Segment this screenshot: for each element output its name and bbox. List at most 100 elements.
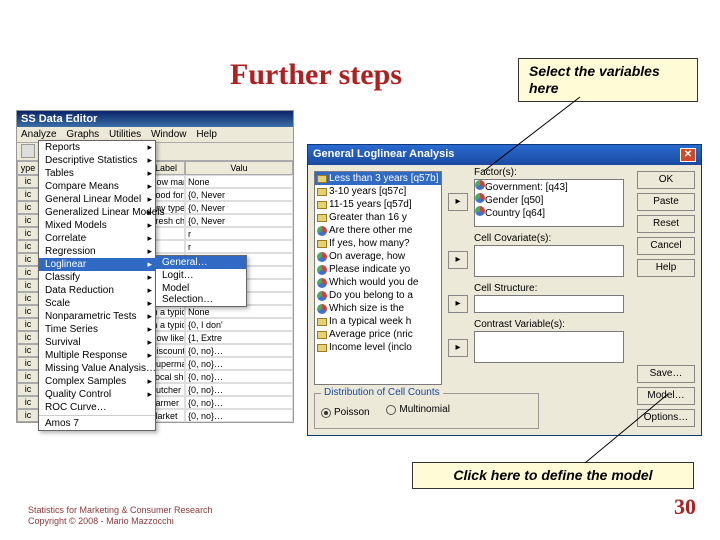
grid-cell[interactable]: r <box>185 240 293 253</box>
scale-icon <box>317 344 327 352</box>
radio-icon <box>386 405 396 415</box>
grid-cell[interactable]: {0, no}… <box>185 396 293 409</box>
spss-titlebar: SS Data Editor <box>17 111 293 127</box>
factor-item[interactable]: Government: [q43] <box>475 180 623 193</box>
factor-item[interactable]: Gender [q50] <box>475 193 623 206</box>
variable-item[interactable]: Greater than 16 y <box>315 211 441 224</box>
menu-item[interactable]: Multiple Response <box>39 349 155 362</box>
grid-cell[interactable]: {0, no}… <box>185 344 293 357</box>
submenu-item[interactable]: Model Selection… <box>156 282 246 306</box>
reset-button[interactable]: Reset <box>637 215 695 233</box>
menu-item[interactable]: General Linear Model <box>39 193 155 206</box>
menu-item[interactable]: Loglinear <box>39 258 155 271</box>
close-icon[interactable]: ✕ <box>680 148 696 162</box>
menu-item[interactable]: Nonparametric Tests <box>39 310 155 323</box>
submenu-item[interactable]: Logit… <box>156 269 246 282</box>
radio-multinomial[interactable]: Multinomial <box>386 404 450 415</box>
help-button[interactable]: Help <box>637 259 695 277</box>
grid-cell[interactable]: {1, Extre <box>185 331 293 344</box>
variable-item[interactable]: Which size is the <box>315 302 441 315</box>
nominal-icon <box>317 278 327 288</box>
menu-item[interactable]: Missing Value Analysis… <box>39 362 155 375</box>
nominal-icon <box>317 291 327 301</box>
nominal-icon <box>317 304 327 314</box>
grid-cell[interactable]: r <box>185 227 293 240</box>
grid-cell[interactable]: {0, Never <box>185 214 293 227</box>
transfer-covariate-button[interactable]: ▸ <box>448 251 468 269</box>
transfer-contrast-button[interactable]: ▸ <box>448 339 468 357</box>
variable-item[interactable]: Do you belong to a <box>315 289 441 302</box>
cancel-button[interactable]: Cancel <box>637 237 695 255</box>
menu-item[interactable]: Generalized Linear Models <box>39 206 155 219</box>
menu-graphs[interactable]: Graphs <box>66 129 99 140</box>
general-loglinear-dialog: General Loglinear Analysis ✕ Less than 3… <box>307 144 702 436</box>
menu-item[interactable]: Descriptive Statistics <box>39 154 155 167</box>
variable-item[interactable]: 3-10 years [q57c] <box>315 185 441 198</box>
variable-item[interactable]: 11-15 years [q57d] <box>315 198 441 211</box>
transfer-factor-button[interactable]: ▸ <box>448 193 468 211</box>
menu-item[interactable]: Compare Means <box>39 180 155 193</box>
toolbar-button[interactable] <box>21 144 35 158</box>
grid-cell[interactable]: {0, no}… <box>185 370 293 383</box>
grid-cell[interactable]: {0, I don' <box>185 318 293 331</box>
variable-item[interactable]: Are there other me <box>315 224 441 237</box>
transfer-structure-button[interactable]: ▸ <box>448 295 468 313</box>
menu-item[interactable]: Tables <box>39 167 155 180</box>
factor-item[interactable]: Country [q64] <box>475 206 623 219</box>
grid-cell[interactable]: None <box>185 175 293 188</box>
grid-cell[interactable]: {0, no}… <box>185 409 293 422</box>
variable-item[interactable]: In a typical week h <box>315 315 441 328</box>
options-button[interactable]: Options… <box>637 409 695 427</box>
row-type-cell: ic <box>17 331 39 344</box>
variable-item[interactable]: On average, how <box>315 250 441 263</box>
menu-utilities[interactable]: Utilities <box>109 129 141 140</box>
grid-cell[interactable]: {0, no}… <box>185 357 293 370</box>
radio-icon <box>321 408 331 418</box>
menu-item[interactable]: Reports <box>39 141 155 154</box>
row-type-cell: ic <box>17 305 39 318</box>
radio-poisson[interactable]: Poisson <box>321 407 370 418</box>
factors-list[interactable]: Government: [q43]Gender [q50]Country [q6… <box>474 179 624 227</box>
menu-item[interactable]: Amos 7 <box>39 415 155 430</box>
nominal-icon <box>317 265 327 275</box>
variable-item[interactable]: Income level (inclo <box>315 341 441 354</box>
variable-item[interactable]: Average price (nric <box>315 328 441 341</box>
analyze-menu-popup[interactable]: ReportsDescriptive StatisticsTablesCompa… <box>38 140 156 431</box>
cell-covariate-list[interactable] <box>474 245 624 277</box>
menu-item[interactable]: Time Series <box>39 323 155 336</box>
save-button[interactable]: Save… <box>637 365 695 383</box>
factors-label: Factor(s): <box>474 167 517 178</box>
menu-item[interactable]: Regression <box>39 245 155 258</box>
dialog-titlebar[interactable]: General Loglinear Analysis ✕ <box>308 145 701 165</box>
loglinear-submenu[interactable]: General…Logit…Model Selection… <box>155 255 247 307</box>
submenu-item[interactable]: General… <box>156 256 246 269</box>
menu-item[interactable]: Classify <box>39 271 155 284</box>
variable-item[interactable]: Less than 3 years [q57b] <box>315 172 441 185</box>
cell-structure-field[interactable] <box>474 295 624 313</box>
menu-item[interactable]: Quality Control <box>39 388 155 401</box>
menu-analyze[interactable]: Analyze <box>21 129 57 140</box>
menu-item[interactable]: Data Reduction <box>39 284 155 297</box>
source-variable-list[interactable]: Less than 3 years [q57b]3-10 years [q57c… <box>314 171 442 385</box>
variable-item[interactable]: Which would you de <box>315 276 441 289</box>
menu-item[interactable]: Scale <box>39 297 155 310</box>
paste-button[interactable]: Paste <box>637 193 695 211</box>
grid-cell[interactable]: {0, Never <box>185 201 293 214</box>
variable-item[interactable]: Please indicate yo <box>315 263 441 276</box>
menu-item[interactable]: Complex Samples <box>39 375 155 388</box>
menu-item[interactable]: Correlate <box>39 232 155 245</box>
menu-window[interactable]: Window <box>151 129 187 140</box>
ok-button[interactable]: OK <box>637 171 695 189</box>
scale-icon <box>317 201 327 209</box>
menu-item[interactable]: Mixed Models <box>39 219 155 232</box>
menu-item[interactable]: Survival <box>39 336 155 349</box>
grid-cell[interactable]: {0, no}… <box>185 383 293 396</box>
model-button[interactable]: Model… <box>637 387 695 405</box>
variable-item[interactable]: If yes, how many? <box>315 237 441 250</box>
contrast-list[interactable] <box>474 331 624 363</box>
row-type-cell: ic <box>17 227 39 240</box>
footer-line: Statistics for Marketing & Consumer Rese… <box>28 505 213 517</box>
menu-help[interactable]: Help <box>196 129 217 140</box>
menu-item[interactable]: ROC Curve… <box>39 401 155 414</box>
grid-cell[interactable]: {0, Never <box>185 188 293 201</box>
